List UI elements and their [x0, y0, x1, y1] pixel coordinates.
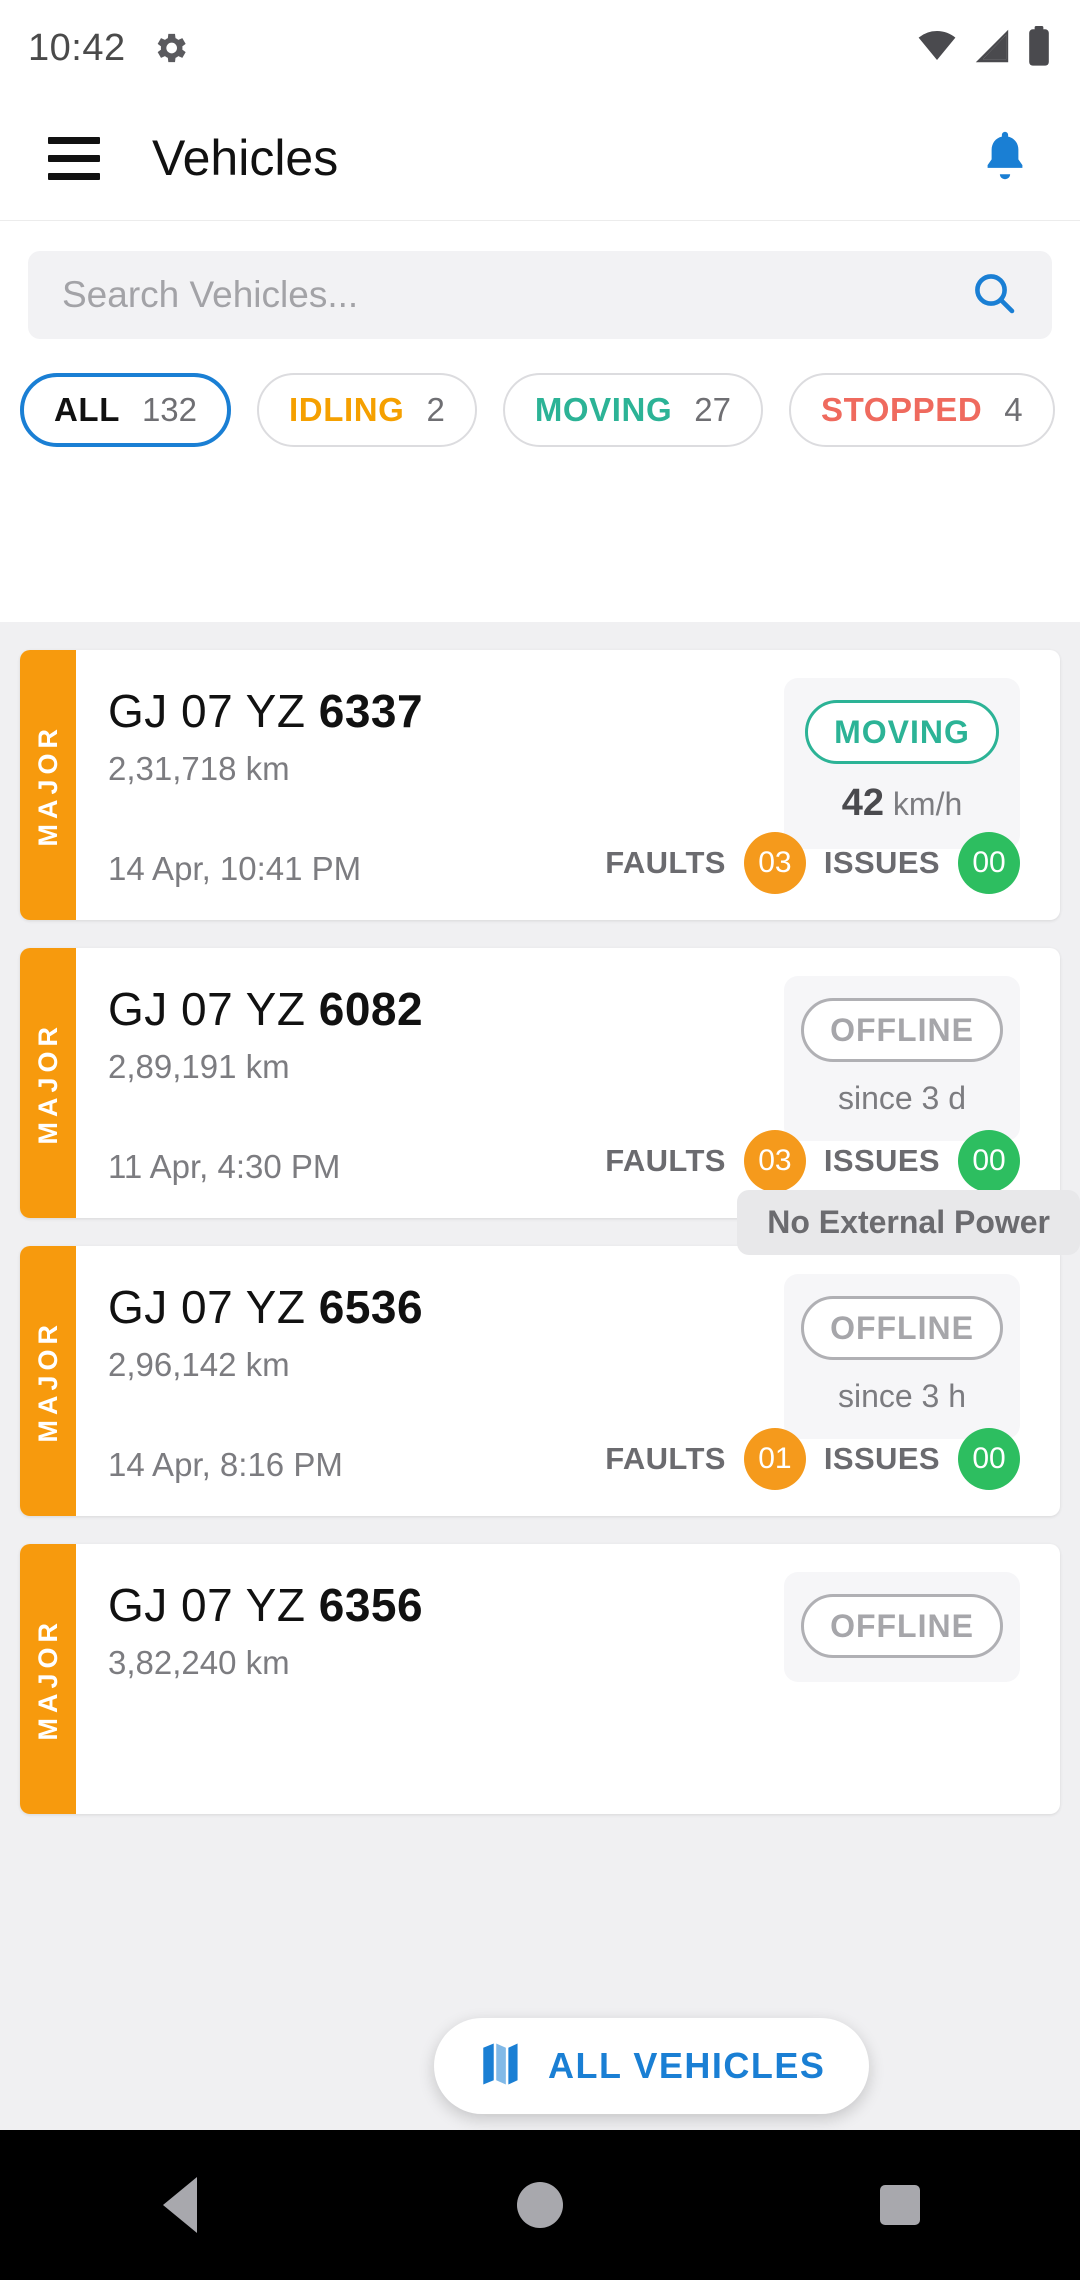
vehicle-card-wrapper: MAJOR GJ 07 YZ 6082 2,89,191 km 11 Apr, …	[20, 948, 1060, 1218]
faults-badge: 01	[743, 1428, 806, 1490]
vehicle-timestamp: 11 Apr, 4:30 PM	[108, 1148, 341, 1185]
vehicle-plate-prefix: GJ 07 YZ	[108, 1579, 319, 1631]
battery-icon	[1026, 25, 1052, 71]
app-bar: Vehicles	[0, 96, 1080, 221]
severity-label: MAJOR	[32, 1021, 63, 1145]
severity-label: MAJOR	[32, 723, 63, 847]
severity-strip: MAJOR	[20, 650, 76, 920]
vehicle-card-body: GJ 07 YZ 6337 2,31,718 km 14 Apr, 10:41 …	[76, 650, 1060, 920]
no-external-power-tag: No External Power	[737, 1190, 1080, 1255]
vehicle-status-panel: OFFLINE	[784, 1572, 1020, 1682]
gear-icon	[150, 28, 190, 68]
issues-badge: 00	[958, 832, 1020, 894]
faults-badge: 03	[743, 1130, 806, 1192]
severity-strip: MAJOR	[20, 948, 76, 1218]
severity-strip: MAJOR	[20, 1544, 76, 1814]
wifi-icon	[916, 28, 958, 69]
severity-label: MAJOR	[32, 1617, 63, 1741]
faults-label: FAULTS	[605, 1143, 726, 1178]
search-icon[interactable]	[970, 269, 1018, 322]
hamburger-menu-icon[interactable]	[48, 136, 100, 180]
vehicle-list[interactable]: MAJOR GJ 07 YZ 6337 2,31,718 km 14 Apr, …	[0, 622, 1080, 2130]
filter-chip-stopped-label: STOPPED	[820, 391, 983, 428]
back-triangle-icon[interactable]	[110, 2130, 250, 2280]
search-box[interactable]	[28, 251, 1052, 339]
page-title: Vehicles	[152, 130, 339, 186]
app-screen: 10:42 Vehicles Search Vehicles... ALL 13…	[0, 0, 1080, 2280]
vehicle-timestamp: 14 Apr, 8:16 PM	[108, 1446, 343, 1483]
filter-chip-all-label: ALL	[54, 391, 120, 428]
vehicle-offline-since: since 3 h	[837, 1378, 967, 1414]
issues-label: ISSUES	[823, 845, 940, 880]
vehicle-speed-value: 42	[841, 782, 885, 824]
status-badge: OFFLINE	[801, 1594, 1003, 1658]
filter-chip-all[interactable]: ALL 132	[20, 373, 232, 447]
all-vehicles-button[interactable]: ALL VEHICLES	[434, 2018, 870, 2114]
vehicle-plate-number: 6356	[318, 1579, 424, 1631]
vehicle-status-panel: OFFLINE since 3 h	[784, 1274, 1020, 1439]
filter-chip-stopped[interactable]: STOPPED 4	[788, 373, 1055, 447]
vehicle-plate-prefix: GJ 07 YZ	[108, 685, 319, 737]
vehicle-card-wrapper: MAJOR GJ 07 YZ 6337 2,31,718 km 14 Apr, …	[20, 650, 1060, 920]
vehicle-status-panel: MOVING 42 km/h	[784, 678, 1020, 849]
vehicle-plate-prefix: GJ 07 YZ	[108, 1281, 319, 1333]
severity-strip: MAJOR	[20, 1246, 76, 1516]
filter-chip-moving-count: 27	[694, 391, 731, 428]
faults-issues-row: FAULTS 03 ISSUES 00	[605, 1130, 1020, 1192]
issues-badge: 00	[958, 1428, 1020, 1490]
vehicle-plate-number: 6082	[318, 983, 424, 1035]
search-input[interactable]	[62, 274, 970, 316]
vehicle-card-wrapper: MAJOR GJ 07 YZ 6356 3,82,240 km OFFLINE	[20, 1544, 1060, 1814]
filter-chip-moving-label: MOVING	[534, 391, 673, 428]
issues-label: ISSUES	[823, 1143, 940, 1178]
vehicle-status-panel: OFFLINE since 3 d	[784, 976, 1020, 1141]
filter-chip-all-count: 132	[141, 391, 198, 428]
status-bar-indicators	[916, 25, 1052, 71]
android-navigation-bar	[0, 2130, 1080, 2280]
filter-chip-stopped-count: 4	[1004, 391, 1023, 428]
faults-label: FAULTS	[605, 845, 726, 880]
vehicle-card[interactable]: MAJOR GJ 07 YZ 6337 2,31,718 km 14 Apr, …	[20, 650, 1060, 920]
faults-label: FAULTS	[605, 1441, 726, 1476]
vehicle-plate-prefix: GJ 07 YZ	[108, 983, 319, 1035]
faults-issues-row: FAULTS 01 ISSUES 00	[605, 1428, 1020, 1490]
filter-chip-idling-label: IDLING	[289, 391, 405, 428]
map-icon	[478, 2041, 522, 2092]
status-badge: MOVING	[805, 700, 999, 764]
bell-icon[interactable]	[978, 127, 1032, 190]
severity-label: MAJOR	[32, 1319, 63, 1443]
status-badge: OFFLINE	[801, 1296, 1003, 1360]
status-bar: 10:42	[0, 0, 1080, 96]
vehicle-card[interactable]: MAJOR GJ 07 YZ 6356 3,82,240 km OFFLINE	[20, 1544, 1060, 1814]
vehicle-card-body: GJ 07 YZ 6536 2,96,142 km 14 Apr, 8:16 P…	[76, 1246, 1060, 1516]
filter-chip-idling-count: 2	[426, 391, 445, 428]
all-vehicles-label: ALL VEHICLES	[548, 2045, 826, 2086]
vehicle-card-wrapper: No External Power MAJOR GJ 07 YZ 6536 2,…	[20, 1190, 1080, 1516]
filter-chip-idling[interactable]: IDLING 2	[257, 373, 477, 447]
vehicle-timestamp: 14 Apr, 10:41 PM	[108, 850, 362, 887]
home-circle-icon[interactable]	[470, 2130, 610, 2280]
vehicle-speed: 42 km/h	[784, 782, 1020, 825]
vehicle-card[interactable]: MAJOR GJ 07 YZ 6082 2,89,191 km 11 Apr, …	[20, 948, 1060, 1218]
vehicle-card-body: GJ 07 YZ 6356 3,82,240 km OFFLINE	[76, 1544, 1060, 1814]
search-section	[0, 221, 1080, 339]
vehicle-speed-unit: km/h	[892, 786, 963, 822]
faults-badge: 03	[743, 832, 806, 894]
issues-label: ISSUES	[823, 1441, 940, 1476]
vehicle-card[interactable]: MAJOR GJ 07 YZ 6536 2,96,142 km 14 Apr, …	[20, 1246, 1060, 1516]
status-bar-clock: 10:42	[28, 26, 126, 69]
faults-issues-row: FAULTS 03 ISSUES 00	[605, 832, 1020, 894]
filter-chip-moving[interactable]: MOVING 27	[502, 373, 763, 447]
status-badge: OFFLINE	[801, 998, 1003, 1062]
recents-square-icon[interactable]	[830, 2130, 970, 2280]
cellular-signal-icon	[972, 28, 1012, 69]
vehicle-card-body: GJ 07 YZ 6082 2,89,191 km 11 Apr, 4:30 P…	[76, 948, 1060, 1218]
vehicle-plate-number: 6337	[318, 685, 424, 737]
vehicle-offline-since: since 3 d	[837, 1080, 967, 1116]
vehicle-plate-number: 6536	[318, 1281, 424, 1333]
issues-badge: 00	[958, 1130, 1020, 1192]
filter-chips: ALL 132 IDLING 2 MOVING 27 STOPPED 4	[0, 339, 1080, 481]
